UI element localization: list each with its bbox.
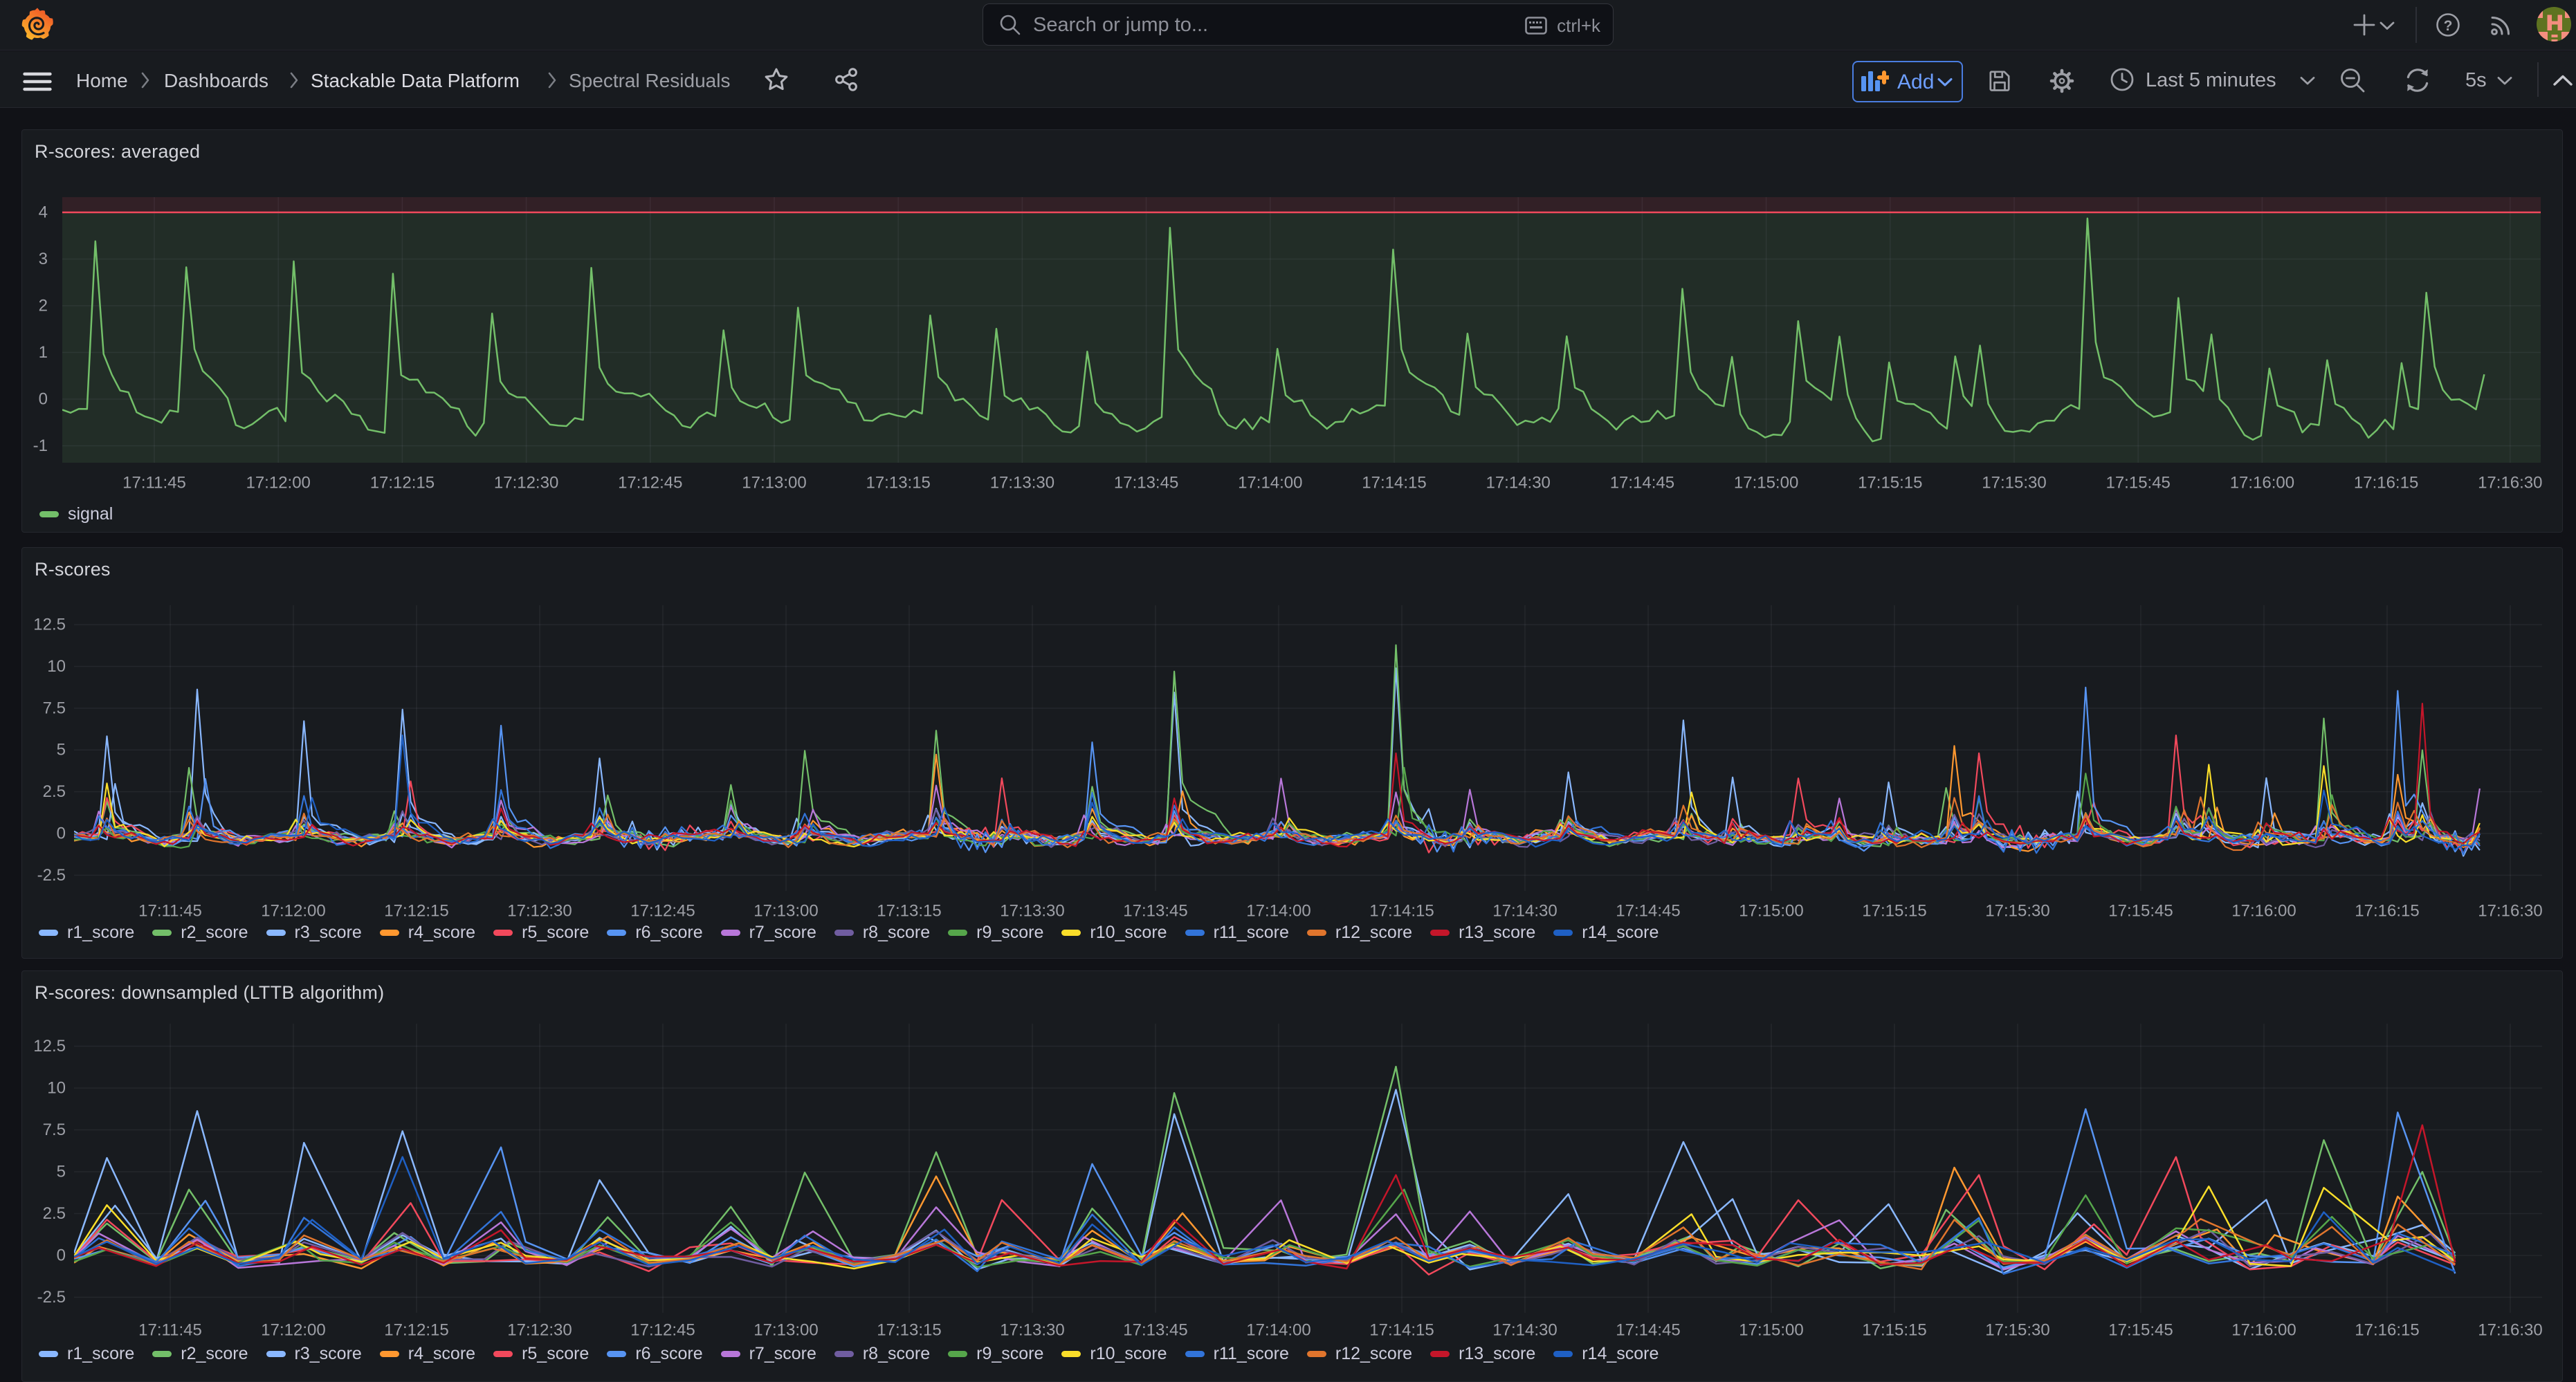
svg-text:17:11:45: 17:11:45: [138, 902, 202, 921]
svg-text:0: 0: [57, 824, 66, 843]
svg-text:17:14:45: 17:14:45: [1610, 474, 1674, 492]
svg-text:17:16:15: 17:16:15: [2355, 902, 2419, 921]
svg-text:17:13:45: 17:13:45: [1123, 902, 1187, 921]
svg-text:17:15:00: 17:15:00: [1734, 474, 1798, 492]
svg-text:17:16:30: 17:16:30: [2478, 474, 2542, 492]
svg-text:17:13:30: 17:13:30: [1000, 902, 1064, 921]
svg-text:17:15:15: 17:15:15: [1858, 474, 1922, 492]
svg-text:17:15:00: 17:15:00: [1739, 902, 1803, 921]
svg-text:17:15:30: 17:15:30: [1985, 1321, 2049, 1340]
svg-text:7.5: 7.5: [43, 1121, 66, 1139]
svg-text:17:14:00: 17:14:00: [1238, 474, 1302, 492]
svg-text:17:12:00: 17:12:00: [261, 902, 325, 921]
svg-text:17:15:45: 17:15:45: [2105, 474, 2170, 492]
svg-text:17:14:15: 17:14:15: [1369, 1321, 1434, 1340]
svg-text:17:14:30: 17:14:30: [1486, 474, 1550, 492]
svg-text:17:13:15: 17:13:15: [866, 474, 930, 492]
svg-text:-1: -1: [33, 436, 48, 455]
svg-text:17:15:00: 17:15:00: [1739, 1321, 1803, 1340]
svg-text:1: 1: [39, 343, 48, 362]
svg-text:17:16:30: 17:16:30: [2478, 902, 2542, 921]
svg-text:17:13:30: 17:13:30: [1000, 1321, 1064, 1340]
svg-text:17:14:15: 17:14:15: [1369, 902, 1434, 921]
svg-text:17:11:45: 17:11:45: [122, 474, 186, 492]
svg-text:17:13:00: 17:13:00: [742, 474, 806, 492]
svg-text:17:15:45: 17:15:45: [2108, 902, 2173, 921]
svg-text:17:13:15: 17:13:15: [877, 1321, 941, 1340]
svg-text:-2.5: -2.5: [37, 866, 66, 885]
svg-text:17:12:30: 17:12:30: [507, 1321, 572, 1340]
svg-text:17:14:15: 17:14:15: [1362, 474, 1426, 492]
svg-text:0: 0: [39, 390, 48, 409]
svg-text:17:16:30: 17:16:30: [2478, 1321, 2542, 1340]
svg-text:17:16:15: 17:16:15: [2354, 474, 2418, 492]
svg-text:17:15:30: 17:15:30: [1982, 474, 2046, 492]
svg-text:10: 10: [47, 1079, 66, 1098]
svg-text:2.5: 2.5: [43, 1204, 66, 1223]
svg-text:17:13:15: 17:13:15: [877, 902, 941, 921]
svg-text:2: 2: [39, 297, 48, 315]
svg-text:17:15:30: 17:15:30: [1985, 902, 2049, 921]
svg-text:17:12:45: 17:12:45: [630, 902, 695, 921]
svg-text:3: 3: [39, 250, 48, 268]
svg-text:12.5: 12.5: [33, 616, 66, 634]
svg-text:17:12:15: 17:12:15: [370, 474, 435, 492]
svg-text:17:14:45: 17:14:45: [1616, 902, 1680, 921]
svg-text:-2.5: -2.5: [37, 1288, 66, 1307]
svg-text:17:12:15: 17:12:15: [384, 902, 448, 921]
svg-text:17:12:30: 17:12:30: [507, 902, 572, 921]
svg-text:17:16:00: 17:16:00: [2230, 474, 2294, 492]
svg-text:17:15:15: 17:15:15: [1862, 1321, 1926, 1340]
svg-text:17:13:00: 17:13:00: [753, 1321, 818, 1340]
svg-text:17:14:30: 17:14:30: [1492, 902, 1557, 921]
svg-text:17:12:00: 17:12:00: [246, 474, 310, 492]
svg-text:17:13:30: 17:13:30: [990, 474, 1054, 492]
svg-text:12.5: 12.5: [33, 1037, 66, 1056]
svg-text:17:12:00: 17:12:00: [261, 1321, 325, 1340]
svg-text:17:12:45: 17:12:45: [618, 474, 682, 492]
svg-text:17:11:45: 17:11:45: [138, 1321, 202, 1340]
svg-text:17:12:45: 17:12:45: [630, 1321, 695, 1340]
svg-text:5: 5: [57, 741, 66, 759]
svg-text:2.5: 2.5: [43, 782, 66, 801]
svg-text:17:14:00: 17:14:00: [1246, 902, 1310, 921]
svg-text:17:15:45: 17:15:45: [2108, 1321, 2173, 1340]
svg-text:17:15:15: 17:15:15: [1862, 902, 1926, 921]
svg-text:17:16:00: 17:16:00: [2231, 902, 2296, 921]
svg-text:17:14:00: 17:14:00: [1246, 1321, 1310, 1340]
svg-text:17:14:30: 17:14:30: [1492, 1321, 1557, 1340]
svg-text:7.5: 7.5: [43, 699, 66, 717]
svg-text:17:12:30: 17:12:30: [494, 474, 558, 492]
svg-text:10: 10: [47, 657, 66, 676]
svg-text:4: 4: [39, 203, 48, 222]
svg-text:0: 0: [57, 1246, 66, 1265]
svg-text:17:16:15: 17:16:15: [2355, 1321, 2419, 1340]
svg-text:5: 5: [57, 1163, 66, 1181]
svg-text:17:12:15: 17:12:15: [384, 1321, 448, 1340]
svg-text:17:14:45: 17:14:45: [1616, 1321, 1680, 1340]
svg-text:17:13:45: 17:13:45: [1123, 1321, 1187, 1340]
svg-text:17:13:45: 17:13:45: [1114, 474, 1178, 492]
svg-text:17:13:00: 17:13:00: [753, 902, 818, 921]
svg-text:17:16:00: 17:16:00: [2231, 1321, 2296, 1340]
